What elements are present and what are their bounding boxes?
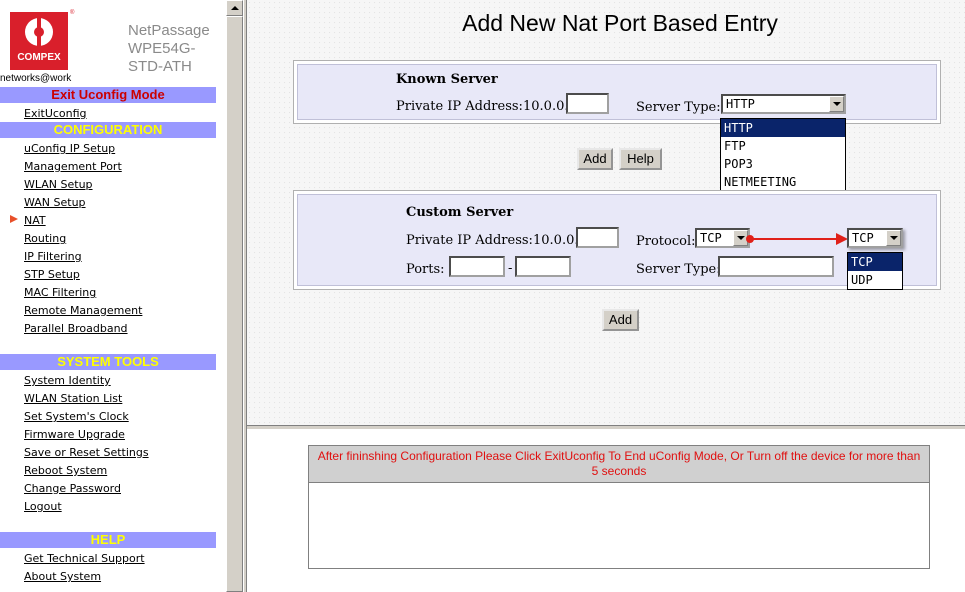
sidebar-item-remote-management[interactable]: Remote Management	[24, 304, 142, 318]
dropdown-option[interactable]: HTTP	[721, 119, 845, 137]
custom-ip-label: Private IP Address:	[406, 233, 533, 248]
logo-text: COMPEX	[17, 52, 61, 63]
dropdown-option[interactable]: UDP	[848, 271, 902, 289]
tagline: networks@work	[0, 73, 72, 84]
protocol-select-expanded[interactable]: TCP	[847, 228, 903, 248]
known-ip-input[interactable]	[566, 93, 609, 114]
sidebar-item-logout[interactable]: Logout	[24, 500, 62, 514]
sidebar-item-get-technical-support[interactable]: Get Technical Support	[24, 552, 145, 566]
sidebar-item-firmware-upgrade[interactable]: Firmware Upgrade	[24, 428, 125, 442]
sidebar-item-wan-setup[interactable]: WAN Setup	[24, 196, 86, 210]
system-tools-header: SYSTEM TOOLS	[0, 354, 216, 370]
exit-uconfig-header: Exit Uconfig Mode	[0, 87, 216, 103]
help-button[interactable]: Help	[619, 148, 662, 170]
message-frame: After fininshing Configuration Please Cl…	[247, 430, 965, 592]
sidebar-item-stp-setup[interactable]: STP Setup	[24, 268, 80, 282]
chevron-down-icon[interactable]	[829, 96, 844, 112]
custom-server-type-input[interactable]	[718, 256, 834, 277]
custom-server-heading: Custom Server	[406, 205, 514, 220]
ports-separator: -	[508, 261, 513, 276]
sidebar-item-reboot-system[interactable]: Reboot System	[24, 464, 107, 478]
dropdown-option[interactable]: FTP	[721, 137, 845, 155]
sidebar: COMPEX ® networks@work NetPassage WPE54G…	[0, 0, 226, 592]
sidebar-item-parallel-broadband[interactable]: Parallel Broadband	[24, 322, 128, 336]
scroll-up-arrow-icon[interactable]	[226, 0, 243, 16]
sidebar-item-change-password[interactable]: Change Password	[24, 482, 121, 496]
sidebar-item-mac-filtering[interactable]: MAC Filtering	[24, 286, 96, 300]
sidebar-item-management-port[interactable]: Management Port	[24, 160, 122, 174]
sidebar-item-wlan-station-list[interactable]: WLAN Station List	[24, 392, 122, 406]
protocol-value: TCP	[700, 231, 722, 245]
scrollbar-thumb[interactable]	[226, 16, 243, 592]
server-type-dropdown-list[interactable]: HTTP FTP POP3 NETMEETING	[720, 118, 846, 192]
protocol-label: Protocol:	[636, 234, 696, 249]
protocol-expanded-value: TCP	[852, 231, 874, 245]
sidebar-item-set-system-clock[interactable]: Set System's Clock	[24, 410, 129, 424]
custom-ip-prefix: 10.0.0.	[533, 233, 579, 248]
product-line: NetPassage	[128, 22, 210, 39]
known-server-panel: Known Server Private IP Address: 10.0.0.…	[293, 60, 941, 124]
dropdown-option[interactable]: NETMEETING	[721, 173, 845, 191]
protocol-dropdown-list[interactable]: TCP UDP	[847, 252, 903, 290]
ports-label: Ports:	[406, 262, 445, 277]
known-ip-prefix: 10.0.0.	[523, 99, 569, 114]
dropdown-option[interactable]: TCP	[848, 253, 902, 271]
message-box: After fininshing Configuration Please Cl…	[308, 445, 930, 569]
sidebar-item-routing[interactable]: Routing	[24, 232, 66, 246]
sidebar-item-wlan-setup[interactable]: WLAN Setup	[24, 178, 93, 192]
known-add-button[interactable]: Add	[577, 148, 613, 170]
logo-mark-icon	[25, 16, 53, 48]
exit-reminder-message: After fininshing Configuration Please Cl…	[309, 446, 929, 483]
sidebar-item-about-system[interactable]: About System	[24, 570, 101, 584]
known-ip-label: Private IP Address:	[396, 99, 523, 114]
known-server-heading: Known Server	[396, 72, 498, 87]
configuration-header: CONFIGURATION	[0, 122, 216, 138]
custom-add-button[interactable]: Add	[602, 309, 639, 331]
chevron-down-icon[interactable]	[886, 230, 901, 246]
sidebar-item-uconfig-ip-setup[interactable]: uConfig IP Setup	[24, 142, 115, 156]
compex-logo: COMPEX	[10, 12, 68, 70]
page-title: Add New Nat Port Based Entry	[462, 10, 778, 36]
product-line: WPE54G-	[128, 40, 196, 57]
protocol-select[interactable]: TCP	[695, 228, 750, 248]
port-start-input[interactable]	[449, 256, 505, 277]
dropdown-option[interactable]: POP3	[721, 155, 845, 173]
sidebar-item-system-identity[interactable]: System Identity	[24, 374, 111, 388]
main-content: Add New Nat Port Based Entry Known Serve…	[247, 0, 965, 425]
sidebar-scrollbar[interactable]	[226, 0, 243, 592]
help-header: HELP	[0, 532, 216, 548]
active-item-arrow-icon	[10, 215, 18, 223]
known-server-type-value: HTTP	[726, 97, 755, 111]
sidebar-item-exit-uconfig[interactable]: ExitUconfig	[24, 107, 87, 121]
sidebar-item-ip-filtering[interactable]: IP Filtering	[24, 250, 82, 264]
sidebar-item-save-reset-settings[interactable]: Save or Reset Settings	[24, 446, 149, 460]
port-end-input[interactable]	[515, 256, 571, 277]
product-line: STD-ATH	[128, 58, 192, 75]
known-server-type-label: Server Type:	[636, 100, 721, 115]
app-window: COMPEX ® networks@work NetPassage WPE54G…	[0, 0, 965, 592]
sidebar-item-nat[interactable]: NAT	[24, 214, 46, 228]
custom-ip-input[interactable]	[576, 227, 619, 248]
custom-server-type-label: Server Type:	[636, 262, 721, 277]
product-name: NetPassage WPE54G- STD-ATH	[128, 22, 224, 76]
logo-registered-mark: ®	[70, 10, 75, 16]
known-server-type-select[interactable]: HTTP	[721, 94, 846, 114]
annotation-arrow-line	[750, 238, 840, 240]
